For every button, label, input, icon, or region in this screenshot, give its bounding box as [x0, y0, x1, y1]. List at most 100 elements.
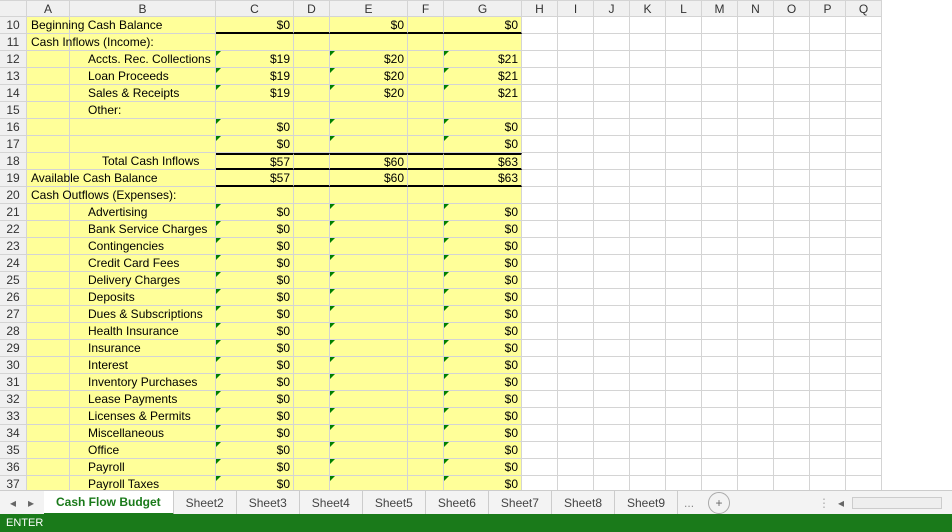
cell-E12[interactable]: $20	[330, 51, 408, 68]
cell-L20[interactable]	[666, 187, 702, 204]
cell-M13[interactable]	[702, 68, 738, 85]
cell-P19[interactable]	[810, 170, 846, 187]
cell-N11[interactable]	[738, 34, 774, 51]
cell-C19[interactable]: $57	[216, 170, 294, 187]
col-header-O[interactable]: O	[774, 0, 810, 17]
cell-J34[interactable]	[594, 425, 630, 442]
cell-D12[interactable]	[294, 51, 330, 68]
cell-P36[interactable]	[810, 459, 846, 476]
cell-M35[interactable]	[702, 442, 738, 459]
cell-J33[interactable]	[594, 408, 630, 425]
row-header-35[interactable]: 35	[0, 442, 27, 459]
cell-O29[interactable]	[774, 340, 810, 357]
cell-O34[interactable]	[774, 425, 810, 442]
cell-D37[interactable]	[294, 476, 330, 490]
cell-I14[interactable]	[558, 85, 594, 102]
cell-N14[interactable]	[738, 85, 774, 102]
col-header-G[interactable]: G	[444, 0, 522, 17]
cell-J25[interactable]	[594, 272, 630, 289]
cell-A34[interactable]	[27, 425, 70, 442]
col-header-H[interactable]: H	[522, 0, 558, 17]
row-header-13[interactable]: 13	[0, 68, 27, 85]
tab-sheet8[interactable]: Sheet8	[552, 491, 615, 515]
cell-I33[interactable]	[558, 408, 594, 425]
cell-G26[interactable]: $0	[444, 289, 522, 306]
cell-O13[interactable]	[774, 68, 810, 85]
cell-J36[interactable]	[594, 459, 630, 476]
cell-J16[interactable]	[594, 119, 630, 136]
cell-M32[interactable]	[702, 391, 738, 408]
cell-M21[interactable]	[702, 204, 738, 221]
cell-I31[interactable]	[558, 374, 594, 391]
cell-Q19[interactable]	[846, 170, 882, 187]
cell-Q37[interactable]	[846, 476, 882, 490]
col-header-K[interactable]: K	[630, 0, 666, 17]
cell-O23[interactable]	[774, 238, 810, 255]
cell-E22[interactable]	[330, 221, 408, 238]
row-header-29[interactable]: 29	[0, 340, 27, 357]
cell-A25[interactable]	[27, 272, 70, 289]
cell-O33[interactable]	[774, 408, 810, 425]
cell-B28[interactable]: Health Insurance	[70, 323, 216, 340]
cell-P12[interactable]	[810, 51, 846, 68]
cell-C17[interactable]: $0	[216, 136, 294, 153]
cell-C22[interactable]: $0	[216, 221, 294, 238]
cell-J17[interactable]	[594, 136, 630, 153]
cell-H32[interactable]	[522, 391, 558, 408]
cell-D35[interactable]	[294, 442, 330, 459]
spreadsheet-grid[interactable]: ABCDEFGHIJKLMNOPQ10Beginning Cash Balanc…	[0, 0, 952, 490]
cell-L27[interactable]	[666, 306, 702, 323]
cell-K10[interactable]	[630, 17, 666, 34]
cell-K18[interactable]	[630, 153, 666, 170]
cell-O18[interactable]	[774, 153, 810, 170]
cell-Q29[interactable]	[846, 340, 882, 357]
cell-G32[interactable]: $0	[444, 391, 522, 408]
row-header-12[interactable]: 12	[0, 51, 27, 68]
cell-N21[interactable]	[738, 204, 774, 221]
cell-H10[interactable]	[522, 17, 558, 34]
cell-N35[interactable]	[738, 442, 774, 459]
cell-C10[interactable]: $0	[216, 17, 294, 34]
col-header-N[interactable]: N	[738, 0, 774, 17]
cell-H37[interactable]	[522, 476, 558, 490]
tab-sheet5[interactable]: Sheet5	[363, 491, 426, 515]
cell-C14[interactable]: $19	[216, 85, 294, 102]
cell-I10[interactable]	[558, 17, 594, 34]
cell-P13[interactable]	[810, 68, 846, 85]
cell-A33[interactable]	[27, 408, 70, 425]
cell-M14[interactable]	[702, 85, 738, 102]
cell-G15[interactable]	[444, 102, 522, 119]
cell-N19[interactable]	[738, 170, 774, 187]
row-header-31[interactable]: 31	[0, 374, 27, 391]
cell-D11[interactable]	[294, 34, 330, 51]
cell-I16[interactable]	[558, 119, 594, 136]
cell-Q30[interactable]	[846, 357, 882, 374]
cell-E20[interactable]	[330, 187, 408, 204]
cell-E27[interactable]	[330, 306, 408, 323]
cell-D29[interactable]	[294, 340, 330, 357]
cell-N12[interactable]	[738, 51, 774, 68]
cell-F26[interactable]	[408, 289, 444, 306]
cell-I21[interactable]	[558, 204, 594, 221]
row-header-20[interactable]: 20	[0, 187, 27, 204]
cell-J18[interactable]	[594, 153, 630, 170]
row-header-11[interactable]: 11	[0, 34, 27, 51]
cell-M25[interactable]	[702, 272, 738, 289]
cell-B24[interactable]: Credit Card Fees	[70, 255, 216, 272]
tab-sheet2[interactable]: Sheet2	[174, 491, 237, 515]
cell-A16[interactable]	[27, 119, 70, 136]
cell-A35[interactable]	[27, 442, 70, 459]
cell-N32[interactable]	[738, 391, 774, 408]
cell-E31[interactable]	[330, 374, 408, 391]
cell-F37[interactable]	[408, 476, 444, 490]
cell-C28[interactable]: $0	[216, 323, 294, 340]
cell-D30[interactable]	[294, 357, 330, 374]
cell-A36[interactable]	[27, 459, 70, 476]
cell-M24[interactable]	[702, 255, 738, 272]
cell-O22[interactable]	[774, 221, 810, 238]
cell-E21[interactable]	[330, 204, 408, 221]
cell-H30[interactable]	[522, 357, 558, 374]
cell-M18[interactable]	[702, 153, 738, 170]
cell-H28[interactable]	[522, 323, 558, 340]
cell-H25[interactable]	[522, 272, 558, 289]
